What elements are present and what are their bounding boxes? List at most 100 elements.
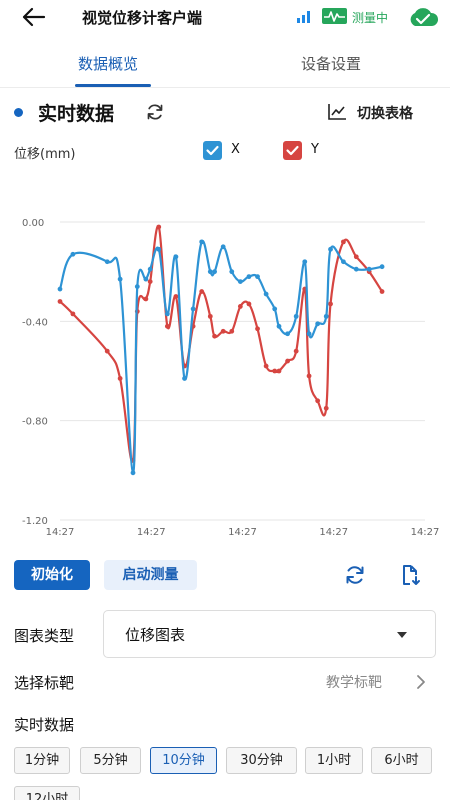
- data-point-x: [220, 244, 226, 250]
- selected-target-value[interactable]: 教学标靶: [326, 672, 382, 692]
- data-point-y: [237, 304, 243, 309]
- range-chip-30min[interactable]: 30分钟: [226, 747, 297, 774]
- data-point-x: [182, 376, 187, 381]
- range-chip-5min[interactable]: 5分钟: [80, 747, 141, 774]
- y-tick-label: -0.80: [22, 417, 48, 428]
- refresh-icon[interactable]: [145, 102, 165, 122]
- displacement-chart: 0.00-0.40-0.80-1.2014:27 14:27 14:27 14:27 1…: [22, 218, 440, 538]
- data-point-x: [212, 269, 217, 275]
- range-chip-10min[interactable]: 10分钟: [150, 747, 217, 774]
- data-point-x: [255, 274, 260, 280]
- legend-x-label: X: [231, 142, 240, 157]
- y-tick-label: -0.40: [22, 317, 48, 328]
- data-point-x: [173, 254, 179, 260]
- data-point-x: [293, 313, 299, 319]
- data-point-x: [117, 276, 123, 282]
- data-point-x: [57, 286, 63, 292]
- x-tick-label: 14:27: [137, 527, 166, 538]
- data-point-x: [302, 259, 308, 265]
- data-point-x: [285, 331, 290, 337]
- data-point-x: [70, 251, 76, 257]
- data-point-y: [207, 313, 213, 319]
- data-point-y: [117, 376, 123, 381]
- data-point-x: [104, 259, 110, 265]
- data-point-y: [379, 289, 385, 294]
- data-point-y: [199, 289, 205, 294]
- data-point-y: [147, 279, 153, 284]
- checkbox-checked-icon[interactable]: [283, 141, 302, 160]
- start-measurement-button[interactable]: 启动测量: [104, 560, 197, 590]
- refresh-icon[interactable]: [343, 563, 367, 587]
- tab-device-settings[interactable]: 设备设置: [301, 53, 361, 74]
- switch-table-label: 切换表格: [357, 106, 413, 122]
- legend-y-label: Y: [311, 142, 319, 157]
- data-point-y: [263, 363, 269, 369]
- data-point-x: [272, 306, 278, 312]
- section-title: 实时数据: [38, 103, 115, 125]
- data-point-y: [229, 328, 235, 334]
- data-point-y: [164, 323, 170, 329]
- tab-bar: 数据概览 设备设置: [0, 40, 450, 88]
- data-point-x: [263, 291, 269, 297]
- data-point-y: [315, 398, 321, 404]
- range-chip-1h[interactable]: 1小时: [305, 747, 363, 774]
- data-point-x: [134, 284, 140, 289]
- range-chip-1min[interactable]: 1分钟: [14, 747, 70, 774]
- y-tick-label: 0.00: [22, 218, 44, 229]
- data-point-x: [199, 239, 205, 245]
- data-point-y: [285, 358, 290, 364]
- app-title: 视觉位移计客户端: [82, 9, 203, 27]
- data-point-x: [341, 259, 346, 265]
- chevron-right-icon[interactable]: [414, 673, 428, 691]
- app-bar: 视觉位移计客户端 测量中: [0, 0, 450, 36]
- data-point-y: [246, 301, 252, 307]
- chart-type-label: 图表类型: [14, 627, 75, 645]
- data-point-y: [156, 224, 162, 230]
- y-axis-unit: 位移(mm): [14, 147, 76, 162]
- x-tick-label: 14:27: [319, 527, 348, 538]
- data-point-x: [306, 331, 312, 337]
- data-point-x: [328, 246, 333, 252]
- range-chip-12h[interactable]: 12小时: [14, 786, 80, 800]
- data-point-x: [366, 266, 372, 272]
- data-point-y: [341, 239, 346, 245]
- data-point-y: [70, 311, 76, 317]
- waveform-icon: [322, 8, 347, 24]
- data-point-x: [246, 274, 252, 280]
- caret-down-icon: [397, 632, 407, 638]
- x-tick-label: 14:27: [411, 527, 440, 538]
- data-point-x: [379, 264, 385, 270]
- x-tick-label: 14:27: [228, 527, 257, 538]
- data-point-y: [104, 348, 110, 354]
- data-point-y: [306, 373, 312, 379]
- data-point-y: [57, 299, 63, 304]
- select-target-label: 选择标靶: [14, 674, 75, 692]
- range-chip-6h[interactable]: 6小时: [371, 747, 432, 774]
- tab-indicator: [75, 84, 151, 87]
- data-point-y: [143, 296, 149, 302]
- data-point-y: [293, 348, 299, 354]
- tab-data-overview[interactable]: 数据概览: [78, 53, 138, 74]
- data-point-y: [212, 333, 217, 339]
- data-point-x: [315, 321, 321, 327]
- chart-type-select[interactable]: 位移图表: [103, 610, 436, 658]
- line-chart-icon: [328, 104, 346, 120]
- data-point-y: [353, 254, 359, 260]
- initialize-button[interactable]: 初始化: [14, 560, 90, 590]
- checkbox-checked-icon[interactable]: [203, 141, 222, 160]
- data-point-y: [255, 326, 260, 332]
- data-point-x: [237, 279, 243, 284]
- data-point-x: [156, 246, 162, 252]
- data-point-x: [323, 313, 329, 319]
- data-point-x: [143, 276, 149, 282]
- data-point-x: [147, 266, 153, 272]
- data-point-y: [323, 405, 329, 411]
- data-point-x: [353, 266, 359, 272]
- data-point-x: [229, 269, 235, 275]
- cloud-check-icon: [410, 8, 439, 26]
- data-point-y: [272, 368, 278, 374]
- x-tick-label: 14:27: [46, 527, 75, 538]
- data-point-x: [130, 470, 136, 476]
- back-arrow-icon[interactable]: [20, 6, 46, 28]
- export-file-icon[interactable]: [398, 563, 422, 587]
